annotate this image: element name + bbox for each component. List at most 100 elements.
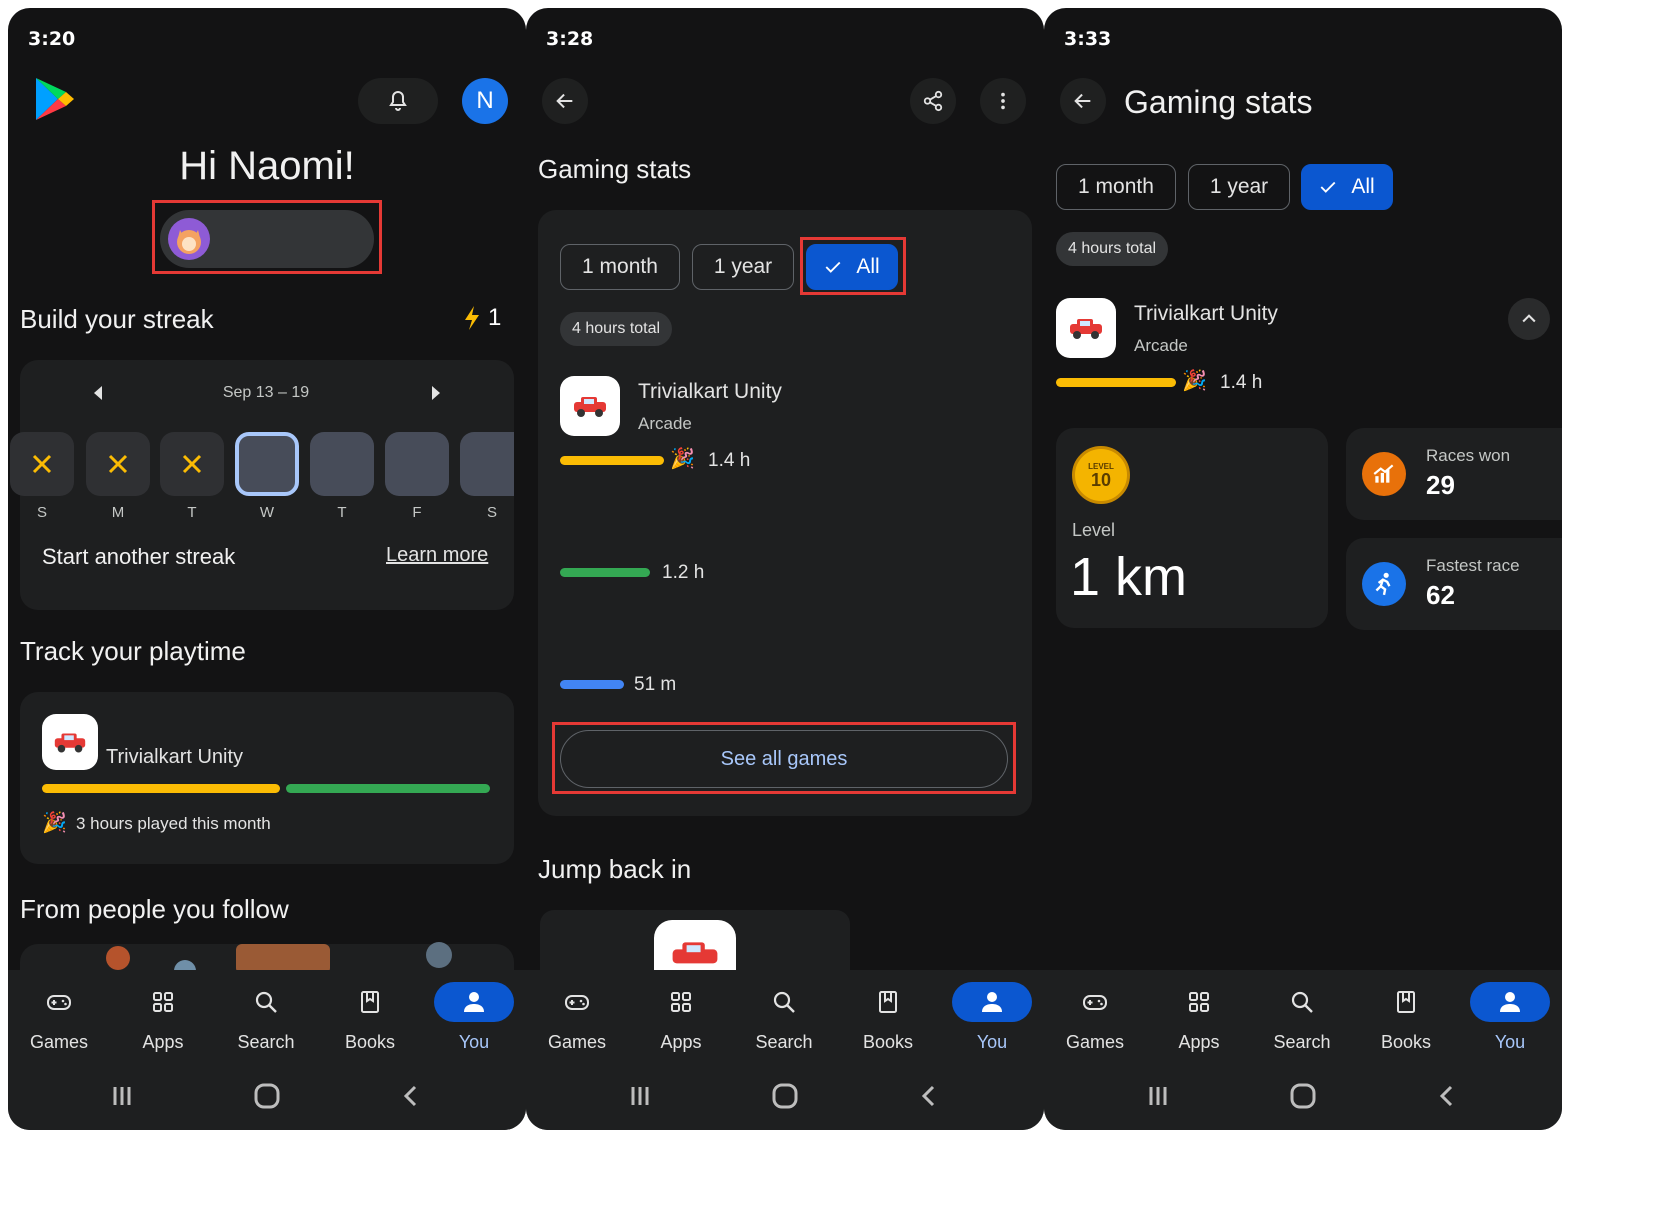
learn-more-link[interactable]: Learn more [386,544,488,567]
level-card: LEVEL 10 Level 1 km [1056,428,1328,628]
home-icon[interactable] [772,1083,798,1109]
collapse-button[interactable] [1508,298,1550,340]
filter-1-year[interactable]: 1 year [692,244,794,290]
status-time: 3:28 [546,28,594,50]
filter-1-month[interactable]: 1 month [560,244,680,290]
nav-apps[interactable]: Apps [118,982,208,1053]
book-icon [1397,991,1415,1013]
playtime-label-2: 1.2 h [662,562,705,583]
level-value: 1 km [1070,547,1188,607]
recents-icon[interactable] [110,1084,134,1108]
back-icon[interactable] [1436,1084,1460,1108]
nav-games[interactable]: Games [1050,982,1140,1053]
total-hours-badge: 4 hours total [560,312,673,346]
playtime-bar-2 [560,568,650,577]
day-label: S [36,504,47,521]
playtime-label: 1.4 h [1220,372,1263,393]
streak-message: Start another streak [42,544,236,569]
nav-books[interactable]: Books [325,982,415,1053]
recents-icon[interactable] [628,1084,652,1108]
more-options-button[interactable] [980,78,1026,124]
party-icon: 🎉 [42,812,67,834]
check-icon [1320,181,1336,193]
nav-games[interactable]: Games [14,982,104,1053]
x-icon [182,454,202,474]
fastest-race-value: 62 [1426,580,1455,610]
playtime-label-3: 51 m [634,674,677,695]
nav-books[interactable]: Books [843,982,933,1053]
streak-count: 1 [464,304,501,332]
day-label: M [111,504,125,521]
total-hours-badge: 4 hours total [1056,232,1169,266]
back-button[interactable] [542,78,588,124]
home-icon[interactable] [1290,1083,1316,1109]
nav-games[interactable]: Games [532,982,622,1053]
trivialkart-icon [1056,298,1116,358]
nav-you[interactable]: You [947,982,1037,1053]
nav-search[interactable]: Search [221,982,311,1053]
races-won-card: Races won 29 [1346,428,1562,520]
playtime-title: Track your playtime [20,636,246,666]
filter-all[interactable]: All [1301,164,1393,210]
notifications-button[interactable] [358,78,438,124]
page-title: Gaming stats [538,154,692,184]
system-nav [8,1082,526,1112]
back-icon[interactable] [400,1084,424,1108]
bottom-nav: Games Apps Search Books You [8,970,526,1130]
nav-books[interactable]: Books [1361,982,1451,1053]
share-icon [923,90,943,112]
nav-search[interactable]: Search [1257,982,1347,1053]
arrow-left-icon [1074,93,1091,109]
follower-avatar [426,942,452,968]
follow-title: From people you follow [20,894,289,924]
filter-1-month[interactable]: 1 month [1056,164,1176,210]
book-icon [879,991,897,1013]
day-missed [10,432,74,496]
trivialkart-icon [560,376,620,436]
prev-week-button[interactable] [94,386,102,400]
day-future [310,432,374,496]
game-genre: Arcade [638,414,692,433]
recents-icon[interactable] [1146,1084,1170,1108]
status-time: 3:20 [28,28,76,50]
lightning-icon [465,306,479,330]
party-icon: 🎉 [1182,370,1207,392]
nav-apps[interactable]: Apps [636,982,726,1053]
car-icon [54,733,86,753]
greeting: Hi Naomi! [179,144,355,188]
playtime-bar-yellow [42,784,280,793]
account-avatar[interactable]: N [462,78,508,124]
x-icon [108,454,128,474]
filter-1-year[interactable]: 1 year [1188,164,1290,210]
playtime-note: 3 hours played this month [76,814,271,833]
follower-avatar [106,946,130,970]
day-label: W [259,504,275,521]
highlight-profile-chip [152,200,382,274]
nav-you[interactable]: You [429,982,519,1053]
back-icon[interactable] [918,1084,942,1108]
fastest-race-card: Fastest race 62 [1346,538,1562,630]
apps-grid-icon [1189,992,1209,1012]
runner-icon [1362,562,1406,606]
car-icon [574,397,606,417]
nav-you[interactable]: You [1465,982,1555,1053]
next-week-button[interactable] [432,386,440,400]
back-button[interactable] [1060,78,1106,124]
gamepad-icon [565,995,589,1010]
search-icon [773,991,795,1013]
chevron-up-icon [1522,314,1536,323]
share-button[interactable] [910,78,956,124]
play-logo [34,76,76,122]
level-label: Level [1072,520,1116,540]
playtime-bar-1 [1056,378,1176,387]
bottom-nav: Games Apps Search Books You [1044,970,1562,1130]
bell-icon [389,90,407,111]
person-icon [464,992,484,1012]
nav-search[interactable]: Search [739,982,829,1053]
home-icon[interactable] [254,1083,280,1109]
races-won-value: 29 [1426,470,1455,500]
nav-apps[interactable]: Apps [1154,982,1244,1053]
streak-title: Build your streak [20,304,214,334]
day-label: T [337,504,347,521]
day-label: F [412,504,422,521]
